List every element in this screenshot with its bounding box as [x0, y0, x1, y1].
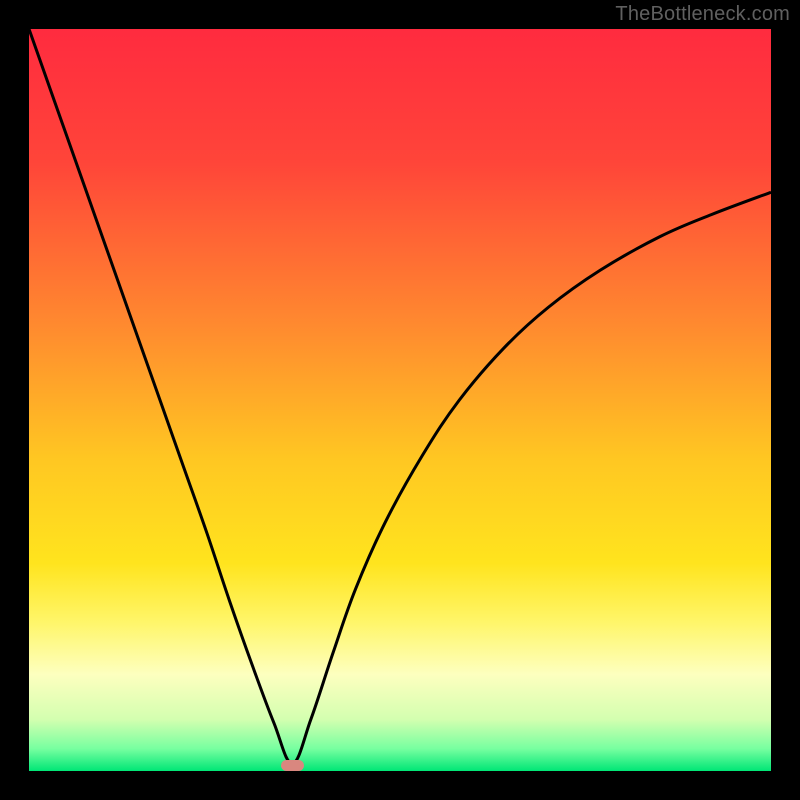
- plot-area: [29, 29, 771, 771]
- chart-frame: TheBottleneck.com: [0, 0, 800, 800]
- bottleneck-curve: [29, 29, 771, 771]
- curve-path: [29, 29, 771, 764]
- watermark-text: TheBottleneck.com: [615, 3, 790, 26]
- optimal-marker: [281, 760, 303, 771]
